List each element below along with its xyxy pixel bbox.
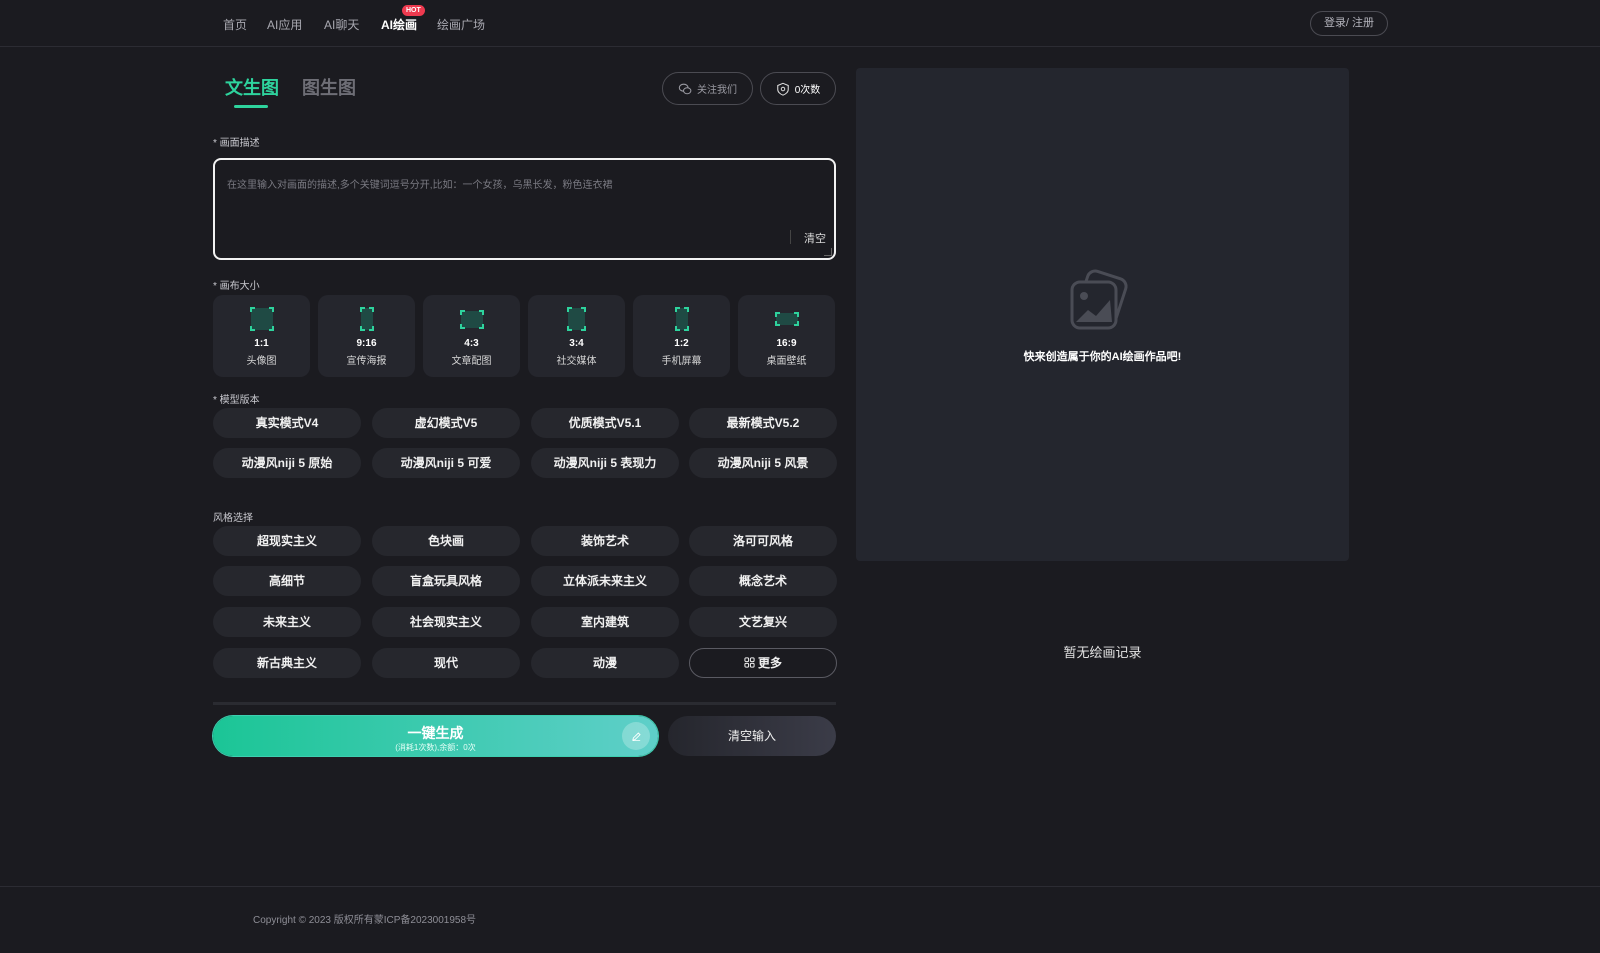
canvas-size-usage: 社交媒体 — [556, 356, 597, 367]
canvas-size-ratio: 3:4 — [569, 338, 584, 349]
model-option[interactable]: 真实模式V4 — [213, 408, 361, 438]
footer: Copyright © 2023 版权所有蒙ICP备2023001958号 — [0, 886, 1600, 953]
credits-button[interactable]: 0次数 — [760, 72, 836, 105]
canvas-size-ratio: 4:3 — [464, 338, 479, 349]
more-styles-button[interactable]: 更多 — [689, 648, 837, 678]
clear-divider — [790, 230, 791, 244]
credits-label: 0次数 — [794, 85, 821, 96]
tab-text-to-image[interactable]: 文生图 — [225, 74, 279, 100]
generate-cost-label: (消耗1次数),余额：0次 — [395, 743, 476, 752]
pencil-icon — [622, 722, 650, 750]
nav-item-ai-drawing-label: AI绘画 — [381, 18, 418, 32]
preview-panel: 快来创造属于你的AI绘画作品吧! — [856, 68, 1349, 561]
style-option[interactable]: 新古典主义 — [213, 648, 361, 678]
generate-label: 一键生成 — [407, 725, 464, 741]
resize-handle[interactable] — [824, 248, 832, 256]
canvas-size-section-label: * 画布大小 — [213, 281, 260, 292]
more-styles-label: 更多 — [757, 656, 782, 670]
canvas-size-option[interactable]: 4:3 文章配图 — [423, 295, 520, 377]
style-section-label: 风格选择 — [213, 513, 253, 524]
login-register-button[interactable]: 登录/ 注册 — [1310, 11, 1388, 36]
canvas-size-ratio: 16:9 — [776, 338, 797, 349]
style-option[interactable]: 概念艺术 — [689, 566, 837, 596]
nav-item-home[interactable]: 首页 — [223, 16, 247, 33]
canvas-size-option[interactable]: 16:9 桌面壁纸 — [738, 295, 835, 377]
follow-us-label: 关注我们 — [697, 85, 737, 96]
active-tab-indicator — [234, 105, 268, 108]
aspect-ratio-icon — [459, 309, 484, 329]
model-option[interactable]: 动漫风niji 5 原始 — [213, 448, 361, 478]
shield-icon — [776, 82, 789, 96]
prompt-input[interactable] — [227, 176, 822, 226]
canvas-size-usage: 手机屏幕 — [661, 356, 702, 367]
style-option[interactable]: 洛可可风格 — [689, 526, 837, 556]
style-option[interactable]: 立体派未来主义 — [531, 566, 679, 596]
style-option[interactable]: 装饰艺术 — [531, 526, 679, 556]
canvas-size-option[interactable]: 1:2 手机屏幕 — [633, 295, 730, 377]
canvas-size-ratio: 1:2 — [674, 338, 689, 349]
wechat-icon — [678, 83, 692, 94]
clear-input-button[interactable]: 清空输入 — [668, 716, 836, 756]
style-option[interactable]: 文艺复兴 — [689, 607, 837, 637]
model-option[interactable]: 动漫风niji 5 表现力 — [531, 448, 679, 478]
style-option[interactable]: 现代 — [372, 648, 520, 678]
preview-empty-text: 快来创造属于你的AI绘画作品吧! — [1023, 351, 1182, 363]
no-record-text: 暂无绘画记录 — [1063, 645, 1142, 660]
nav-item-gallery[interactable]: 绘画广场 — [437, 16, 485, 33]
canvas-size-option[interactable]: 3:4 社交媒体 — [528, 295, 625, 377]
style-option[interactable]: 社会现实主义 — [372, 607, 520, 637]
canvas-size-usage: 头像图 — [246, 356, 277, 367]
hot-badge: HOT — [402, 5, 425, 16]
canvas-size-ratio: 1:1 — [254, 338, 269, 349]
canvas-size-usage: 宣传海报 — [346, 356, 387, 367]
style-option[interactable]: 色块画 — [372, 526, 520, 556]
nav-item-ai-drawing[interactable]: AI绘画 HOT — [381, 5, 425, 33]
aspect-ratio-icon — [567, 307, 586, 331]
canvas-size-ratio: 9:16 — [356, 338, 377, 349]
generate-button[interactable]: 一键生成 (消耗1次数),余额：0次 — [213, 716, 658, 756]
model-section-label: * 模型版本 — [213, 395, 260, 406]
image-placeholder-icon — [1070, 269, 1128, 330]
model-option[interactable]: 优质模式V5.1 — [531, 408, 679, 438]
style-option[interactable]: 未来主义 — [213, 607, 361, 637]
model-option[interactable]: 动漫风niji 5 风景 — [689, 448, 837, 478]
canvas-size-option[interactable]: 1:1 头像图 — [213, 295, 310, 377]
clear-prompt-button[interactable]: 清空 — [804, 230, 826, 246]
canvas-size-option[interactable]: 9:16 宣传海报 — [318, 295, 415, 377]
model-option[interactable]: 虚幻模式V5 — [372, 408, 520, 438]
aspect-ratio-icon — [359, 307, 374, 331]
canvas-size-usage: 文章配图 — [451, 356, 492, 367]
grid-icon — [744, 657, 755, 668]
style-option[interactable]: 超现实主义 — [213, 526, 361, 556]
aspect-ratio-icon — [249, 307, 274, 331]
nav-item-ai-chat[interactable]: AI聊天 — [324, 16, 359, 33]
section-divider — [213, 702, 836, 705]
style-option[interactable]: 高细节 — [213, 566, 361, 596]
prompt-section-label: * 画面描述 — [213, 138, 260, 149]
copyright-text: Copyright © 2023 版权所有蒙ICP备2023001958号 — [253, 915, 477, 926]
style-option[interactable]: 动漫 — [531, 648, 679, 678]
follow-us-button[interactable]: 关注我们 — [662, 72, 753, 105]
aspect-ratio-icon — [674, 307, 689, 331]
model-option[interactable]: 动漫风niji 5 可爱 — [372, 448, 520, 478]
prompt-box: 清空 — [213, 158, 836, 260]
style-option[interactable]: 盲盒玩具风格 — [372, 566, 520, 596]
nav-item-ai-apps[interactable]: AI应用 — [267, 16, 302, 33]
top-navbar: 首页 AI应用 AI聊天 AI绘画 HOT 绘画广场 登录/ 注册 — [0, 0, 1600, 47]
style-option[interactable]: 室内建筑 — [531, 607, 679, 637]
canvas-size-usage: 桌面壁纸 — [766, 356, 807, 367]
tab-image-to-image[interactable]: 图生图 — [302, 74, 356, 100]
model-option[interactable]: 最新模式V5.2 — [689, 408, 837, 438]
aspect-ratio-icon — [774, 312, 799, 326]
